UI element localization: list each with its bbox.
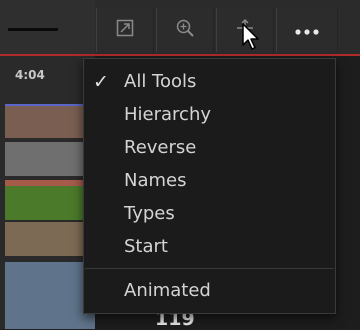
menu-item-types[interactable]: Types [124, 203, 175, 224]
toolbar [0, 0, 360, 56]
menu-item-reverse[interactable]: Reverse [124, 137, 196, 158]
checkmark-icon: ✓ [93, 71, 109, 93]
track-6[interactable] [5, 262, 95, 329]
track-2[interactable] [5, 142, 95, 176]
zoom-icon [175, 18, 195, 42]
menu-item-animated[interactable]: Animated [124, 280, 211, 301]
menu-item-names[interactable]: Names [124, 170, 186, 191]
track-4[interactable] [5, 186, 95, 220]
menu-item-start[interactable]: Start [124, 236, 168, 257]
timecode-label: 4:04 [15, 68, 45, 82]
timeline-tracks [0, 56, 95, 329]
track-5[interactable] [5, 222, 95, 256]
scrubber-line[interactable] [8, 28, 58, 31]
mouse-pointer-icon [241, 22, 261, 56]
expand-button[interactable] [96, 8, 154, 52]
zoom-button[interactable] [156, 8, 214, 52]
more-options-button[interactable] [276, 8, 338, 52]
menu-item-hierarchy[interactable]: Hierarchy [124, 104, 211, 125]
timeline-scrubber-area[interactable] [0, 0, 95, 56]
more-icon [294, 21, 320, 40]
menu-separator [85, 268, 334, 269]
expand-icon [116, 19, 134, 41]
track-1[interactable] [5, 104, 95, 138]
menu-item-all-tools[interactable]: All Tools [124, 71, 196, 92]
filter-dropdown-menu: ✓ All Tools Hierarchy Reverse Names Type… [83, 58, 336, 314]
